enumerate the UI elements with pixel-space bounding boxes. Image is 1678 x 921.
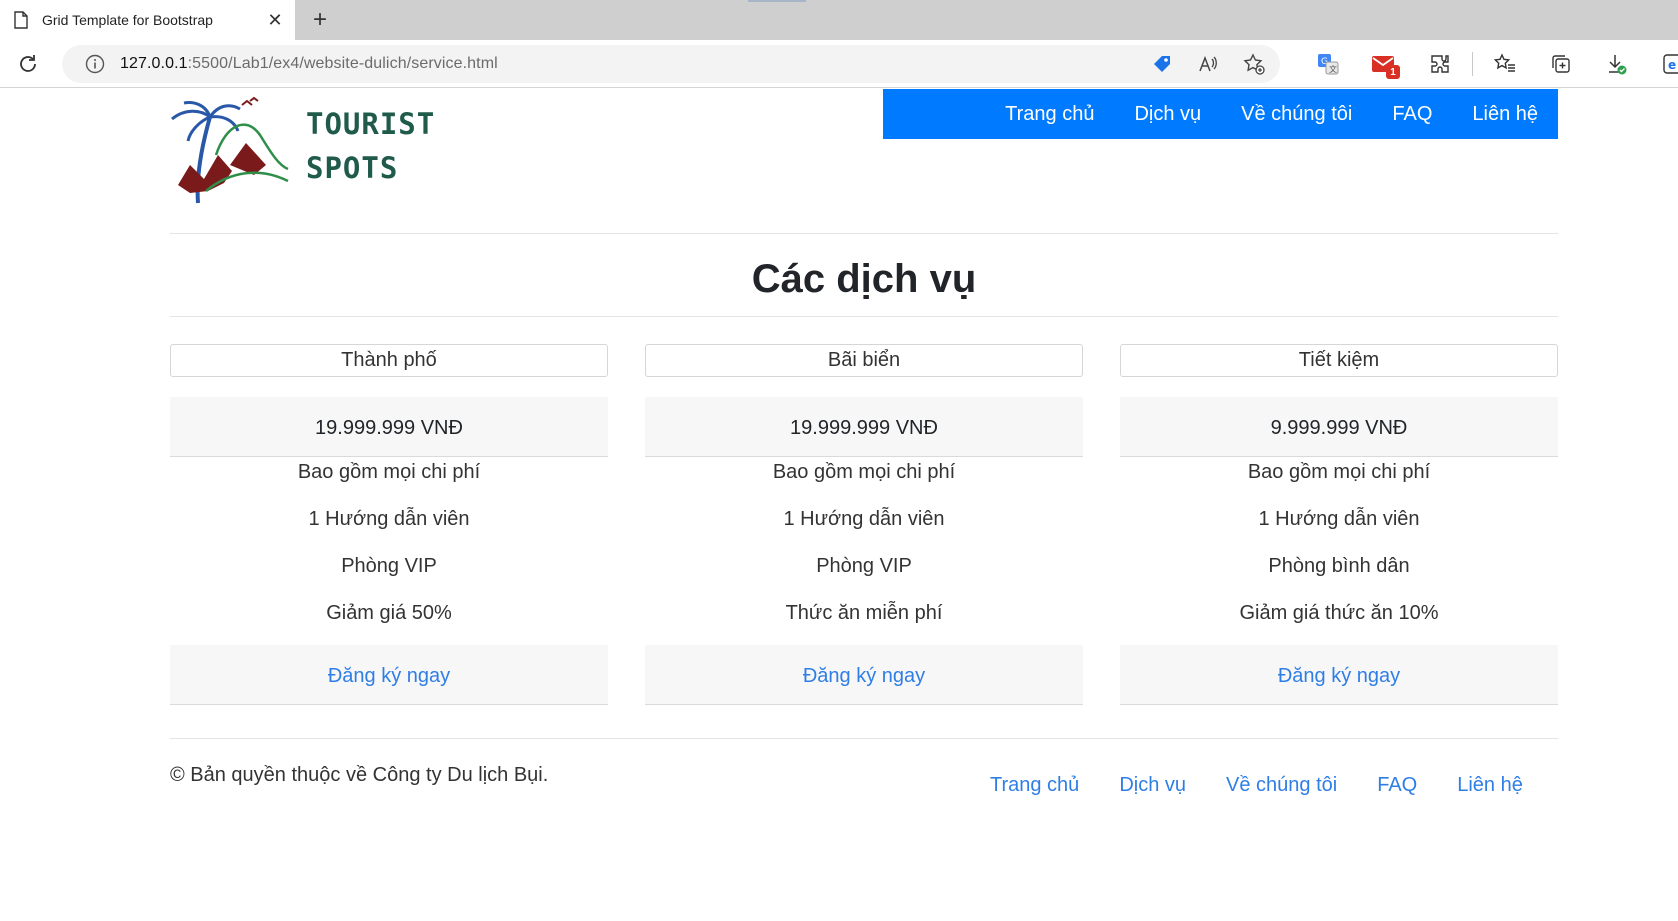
tab-title: Grid Template for Bootstrap [42,12,213,28]
tab-strip: Grid Template for Bootstrap ✕ + [0,0,1678,40]
footer-link-about[interactable]: Về chúng tôi [1226,774,1337,797]
register-button[interactable]: Đăng ký ngay [803,665,925,687]
card-feature: Phòng bình dân [1268,555,1410,577]
card-feature: 1 Hướng dẫn viên [1258,508,1420,530]
card-title: Thành phố [170,344,608,377]
register-button[interactable]: Đăng ký ngay [328,665,450,687]
translate-icon[interactable]: G文 [1300,52,1356,76]
card-feature: Bao gồm mọi chi phí [772,461,956,483]
nav-item-services[interactable]: Dịch vụ [1134,103,1201,126]
svg-text:文: 文 [1329,64,1337,74]
card-feature: Thức ăn miễn phí [785,602,943,624]
footer-copyright: © Bản quyền thuộc về Công ty Du lịch Bụi… [170,764,549,786]
service-card-budget: Tiết kiệm 9.999.999 VNĐ Bao gồm mọi chi … [1120,344,1558,705]
header-divider [170,233,1558,234]
title-divider [170,316,1558,317]
footer-nav: Trang chủ Dịch vụ Về chúng tôi FAQ Liên … [990,774,1563,797]
card-footer: Đăng ký ngay [645,645,1083,705]
footer-link-faq[interactable]: FAQ [1377,774,1417,797]
page: TOURIST SPOTS Trang chủ Dịch vụ Về chúng… [0,89,1678,921]
mail-badge: 1 [1386,65,1400,79]
ie-mode-icon[interactable]: e [1645,52,1678,76]
add-favorite-icon[interactable] [1242,52,1266,76]
card-feature: Giảm giá 50% [326,602,452,624]
card-footer: Đăng ký ngay [170,645,608,705]
card-title: Tiết kiệm [1120,344,1558,377]
downloads-icon[interactable] [1589,52,1645,76]
card-feature: Bao gồm mọi chi phí [297,461,481,483]
site-logo[interactable]: TOURIST SPOTS [170,95,440,211]
info-icon[interactable] [84,53,106,75]
card-feature: Phòng VIP [341,555,437,577]
nav-item-contact[interactable]: Liên hệ [1472,103,1538,126]
card-price: 19.999.999 VNĐ [645,397,1083,457]
reload-icon[interactable] [14,50,42,78]
card-title: Bãi biển [645,344,1083,377]
service-card-city: Thành phố 19.999.999 VNĐ Bao gồm mọi chi… [170,344,608,705]
card-feature: Giảm giá thức ăn 10% [1239,602,1439,624]
close-tab-icon[interactable]: ✕ [261,6,289,34]
footer-link-home[interactable]: Trang chủ [990,774,1079,797]
page-icon [12,11,30,29]
url-text[interactable]: 127.0.0.1:5500/Lab1/ex4/website-dulich/s… [120,55,498,73]
address-bar[interactable]: 127.0.0.1:5500/Lab1/ex4/website-dulich/s… [62,45,1280,83]
svg-text:e: e [1668,58,1676,72]
footer-link-services[interactable]: Dịch vụ [1119,774,1186,797]
nav-item-home[interactable]: Trang chủ [1005,103,1094,126]
browser-toolbar: 127.0.0.1:5500/Lab1/ex4/website-dulich/s… [0,40,1678,88]
footer-link-contact[interactable]: Liên hệ [1457,774,1523,797]
toolbar-separator [1472,52,1473,76]
card-footer: Đăng ký ngay [1120,645,1558,705]
service-card-beach: Bãi biển 19.999.999 VNĐ Bao gồm mọi chi … [645,344,1083,705]
favorites-icon[interactable] [1477,52,1533,76]
card-feature: 1 Hướng dẫn viên [308,508,470,530]
collections-icon[interactable] [1533,52,1589,76]
card-price: 9.999.999 VNĐ [1120,397,1558,457]
browser-tab[interactable]: Grid Template for Bootstrap ✕ [0,0,295,40]
card-feature: 1 Hướng dẫn viên [783,508,945,530]
mail-icon[interactable]: 1 [1356,52,1412,79]
tab-indicator [748,0,806,2]
new-tab-icon[interactable]: + [305,5,335,35]
register-button[interactable]: Đăng ký ngay [1278,665,1400,687]
card-price: 19.999.999 VNĐ [170,397,608,457]
card-feature: Phòng VIP [816,555,912,577]
card-feature: Bao gồm mọi chi phí [1247,461,1431,483]
read-aloud-icon[interactable] [1196,52,1220,76]
page-title: Các dịch vụ [751,257,977,301]
nav-item-about[interactable]: Về chúng tôi [1241,103,1352,126]
main-nav: Trang chủ Dịch vụ Về chúng tôi FAQ Liên … [883,89,1558,139]
logo-line-1: TOURIST [306,107,436,141]
footer-divider [170,738,1558,739]
coupon-tag-icon[interactable] [1150,52,1174,76]
logo-line-2: SPOTS [306,151,399,185]
extensions-icon[interactable] [1412,52,1468,76]
nav-item-faq[interactable]: FAQ [1392,103,1432,126]
